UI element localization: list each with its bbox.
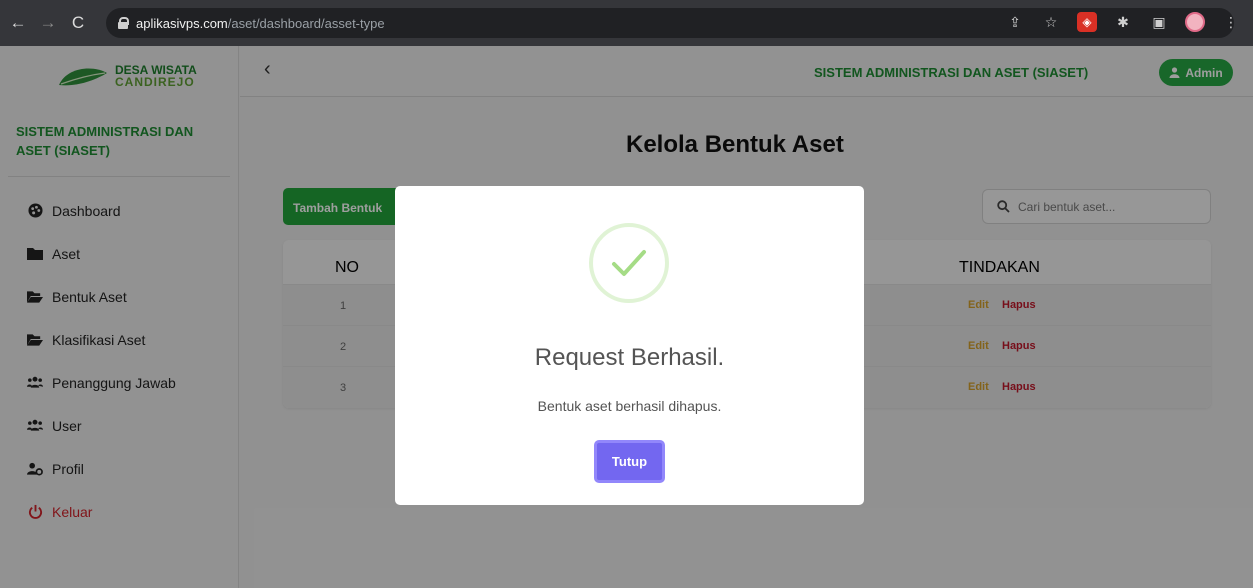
sidepanel-icon[interactable]: ▣ (1149, 12, 1169, 32)
success-dialog: Request Berhasil. Bentuk aset berhasil d… (395, 186, 864, 505)
success-check-icon (589, 223, 669, 303)
forward-arrow-icon[interactable]: → (36, 11, 60, 35)
url-path: /aset/dashboard/asset-type (227, 15, 385, 31)
kebab-menu-icon[interactable]: ⋮ (1221, 12, 1241, 32)
extension-icon[interactable]: ◈ (1077, 12, 1097, 32)
share-icon[interactable]: ⇪ (1005, 12, 1025, 32)
lock-icon (118, 17, 129, 29)
reload-icon[interactable]: C (66, 11, 90, 35)
profile-avatar[interactable] (1185, 12, 1205, 32)
puzzle-icon[interactable]: ✱ (1113, 12, 1133, 32)
url-host: aplikasivps.com (136, 15, 228, 31)
close-dialog-button[interactable]: Tutup (594, 440, 665, 483)
star-icon[interactable]: ☆ (1041, 12, 1061, 32)
back-arrow-icon[interactable]: ← (6, 11, 30, 35)
dialog-message: Bentuk aset berhasil dihapus. (537, 398, 722, 414)
browser-toolbar: ← → C aplikasivps.com/aset/dashboard/ass… (0, 0, 1253, 46)
dialog-title: Request Berhasil. (534, 344, 725, 371)
